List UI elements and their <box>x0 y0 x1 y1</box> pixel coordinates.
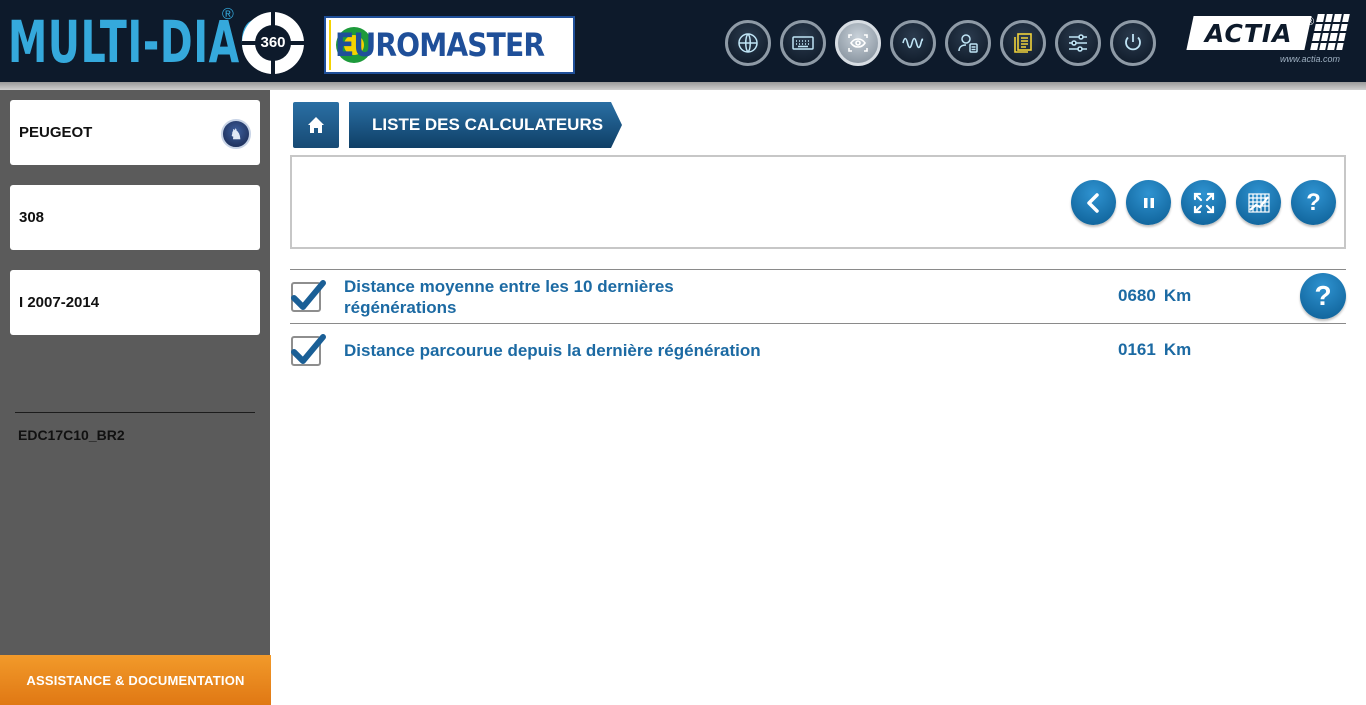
peugeot-lion-icon: ♞ <box>221 119 251 149</box>
vehicle-generation: I 2007-2014 <box>19 294 100 311</box>
help-button[interactable]: ? <box>1291 180 1336 225</box>
home-button[interactable] <box>293 102 339 148</box>
app-name: MULTI-DIAG <box>8 8 273 76</box>
brand-logo: ACTIA ® www.actia.com <box>1186 14 1350 66</box>
pause-button[interactable] <box>1126 180 1171 225</box>
documents-icon[interactable] <box>1000 20 1046 66</box>
home-icon <box>308 117 324 133</box>
vehicle-sidebar: PEUGEOT ♞ 308 I 2007-2014 EDC17C10_BR2 A… <box>0 90 271 705</box>
vehicle-model: 308 <box>19 209 45 226</box>
row-divider-middle <box>290 323 1346 324</box>
brand-url: www.actia.com <box>1280 54 1341 64</box>
row-value-2: 0161 Km <box>1118 340 1191 360</box>
keyboard-icon[interactable] <box>780 20 826 66</box>
breadcrumb[interactable]: LISTE DES CALCULATEURS <box>349 102 622 148</box>
app-registered-mark: ® <box>222 6 234 23</box>
fullscreen-icon <box>1193 192 1214 213</box>
partner-name: EUROMASTER <box>335 26 545 64</box>
assistance-documentation-button[interactable]: ASSISTANCE & DOCUMENTATION <box>0 655 271 705</box>
eye-scan-icon[interactable] <box>835 20 881 66</box>
row-help-button[interactable]: ? <box>1300 273 1346 319</box>
graph-icon <box>1247 192 1270 213</box>
waveform-icon[interactable] <box>890 20 936 66</box>
power-icon[interactable] <box>1110 20 1156 66</box>
brand-grid-icon <box>1310 14 1350 50</box>
pause-icon <box>1143 197 1154 208</box>
user-profile-icon[interactable] <box>945 20 991 66</box>
checkmark-icon <box>291 334 326 364</box>
top-header: MULTI-DIAG ® 360 EUROMASTER ACTIA ® www.… <box>0 0 1366 82</box>
vehicle-model-card[interactable]: 308 <box>10 185 260 250</box>
row-label-2: Distance parcourue depuis la dernière ré… <box>344 341 761 360</box>
ecu-name: EDC17C10_BR2 <box>18 427 125 443</box>
row-checkbox-2[interactable] <box>291 334 326 366</box>
partner-mark-icon <box>329 20 372 70</box>
sidebar-divider <box>15 412 255 413</box>
row-value-unit: Km <box>1163 340 1192 359</box>
fullscreen-button[interactable] <box>1181 180 1226 225</box>
vehicle-generation-card[interactable]: I 2007-2014 <box>10 270 260 335</box>
settings-sliders-icon[interactable] <box>1055 20 1101 66</box>
row-divider-top <box>290 269 1346 270</box>
row-value-number: 0161 <box>1118 340 1156 359</box>
header-toolbar <box>725 20 1165 66</box>
row-value-number: 0680 <box>1118 286 1156 305</box>
globe-www-icon[interactable] <box>725 20 771 66</box>
checkmark-icon <box>291 280 326 310</box>
breadcrumb-label: LISTE DES CALCULATEURS <box>372 115 604 134</box>
header-divider <box>0 82 1366 90</box>
graph-button[interactable] <box>1236 180 1281 225</box>
row-checkbox-1[interactable] <box>291 280 326 312</box>
partner-logo: EUROMASTER <box>324 16 575 74</box>
row-value-1: 0680 Km <box>1118 286 1191 306</box>
vehicle-make: PEUGEOT <box>19 124 93 141</box>
row-label-1: Distance moyenne entre les 10 dernières … <box>344 277 674 317</box>
app-logo: MULTI-DIAG <box>8 6 273 78</box>
brand-name: ACTIA <box>1205 18 1293 48</box>
badge-360-label: 360 <box>255 25 291 61</box>
vehicle-make-card[interactable]: PEUGEOT ♞ <box>10 100 260 165</box>
back-button[interactable] <box>1071 180 1116 225</box>
badge-360: 360 <box>242 12 304 74</box>
row-value-unit: Km <box>1163 286 1192 305</box>
brand-registered-mark: ® <box>1306 16 1315 28</box>
chevron-left-icon <box>1086 192 1099 213</box>
brand-box: ACTIA <box>1186 16 1312 50</box>
